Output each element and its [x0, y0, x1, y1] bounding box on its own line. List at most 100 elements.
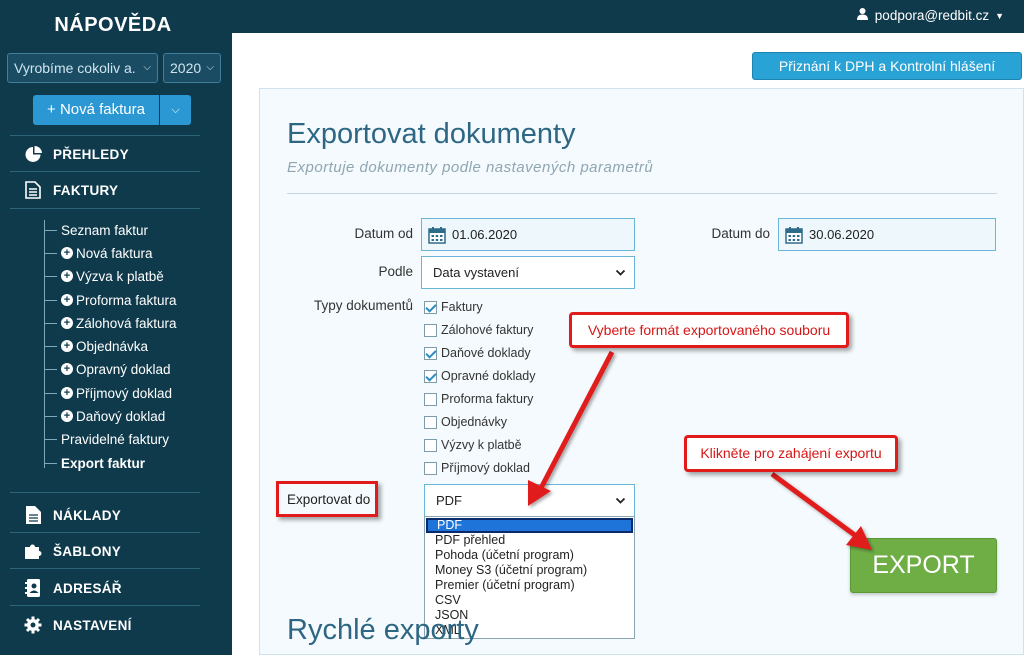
dropdown-option[interactable]: Pohoda (účetní program)	[426, 548, 633, 563]
divider	[10, 568, 200, 569]
checkbox-label: Faktury	[441, 300, 483, 314]
checkbox[interactable]	[424, 323, 437, 337]
submenu-item-seznam-faktur[interactable]: Seznam faktur	[45, 220, 148, 240]
tick	[45, 229, 57, 231]
type-checkbox-objednavky[interactable]: Objednávky	[424, 413, 507, 431]
checkbox[interactable]	[424, 392, 437, 406]
dropdown-option[interactable]: PDF	[426, 518, 633, 533]
date-by-select[interactable]: Data vystavení	[421, 256, 635, 289]
top-bar: podpora@redbit.cz ▼	[232, 0, 1024, 33]
checkbox[interactable]	[424, 438, 437, 452]
page-title: Exportovat dokumenty	[287, 118, 576, 150]
type-checkbox-proforma-faktury[interactable]: Proforma faktury	[424, 390, 533, 408]
divider	[287, 193, 997, 194]
vat-report-button[interactable]: Přiznání k DPH a Kontrolní hlášení	[752, 52, 1022, 80]
type-checkbox-danove-doklady[interactable]: Daňové doklady	[424, 344, 531, 362]
date-to-field[interactable]: 30.06.2020	[778, 218, 996, 251]
submenu-item-opravny-doklad[interactable]: + Opravný doklad	[45, 359, 171, 379]
address-book-icon	[24, 579, 42, 597]
export-format-select[interactable]: PDF	[424, 484, 635, 517]
pie-chart-icon	[24, 145, 42, 163]
dropdown-option[interactable]: PDF přehled	[426, 533, 633, 548]
nav-label: ŠABLONY	[53, 543, 122, 559]
type-checkbox-prijmovy-doklad[interactable]: Příjmový doklad	[424, 459, 530, 477]
brand-title: NÁPOVĚDA	[54, 14, 172, 36]
plus-circle-icon: +	[61, 270, 73, 282]
nav-naklady[interactable]: NÁKLADY	[24, 502, 121, 528]
company-select-value: Vyrobíme cokoliv a. s.	[14, 60, 138, 76]
checkbox-label: Příjmový doklad	[441, 461, 530, 475]
nav-faktury[interactable]: FAKTURY	[24, 177, 118, 203]
plus-circle-icon: +	[61, 340, 73, 352]
divider	[10, 492, 200, 493]
submenu-label: Export faktur	[61, 455, 146, 471]
submenu-item-prijmovy-doklad[interactable]: + Příjmový doklad	[45, 383, 172, 403]
checkbox[interactable]	[424, 300, 437, 314]
nav-sablony[interactable]: ŠABLONY	[24, 538, 121, 564]
date-by-value: Data vystavení	[433, 265, 519, 280]
user-email: podpora@redbit.cz	[874, 8, 990, 23]
new-invoice-dropdown-button[interactable]: ⌵	[160, 95, 191, 125]
checkbox[interactable]	[424, 415, 437, 429]
date-to-label: Datum do	[711, 226, 770, 241]
tick	[45, 275, 57, 277]
submenu-item-objednavka[interactable]: + Objednávka	[45, 336, 148, 356]
chevron-down-icon	[615, 497, 626, 504]
nav-label: ADRESÁŘ	[53, 580, 122, 596]
checkbox[interactable]	[424, 461, 437, 475]
submenu-item-vyzva-k-platbe[interactable]: + Výzva k platbě	[45, 266, 164, 286]
tick	[45, 252, 57, 254]
submenu-label: Objednávka	[76, 338, 149, 354]
by-label: Podle	[378, 264, 413, 279]
submenu-item-export-faktur[interactable]: Export faktur	[45, 453, 145, 473]
company-select[interactable]: Vyrobíme cokoliv a. s. ⌵	[7, 53, 158, 83]
quick-exports-title: Rychlé exporty	[287, 614, 479, 646]
calendar-icon	[785, 226, 803, 244]
date-from-label: Datum od	[354, 226, 413, 241]
submenu-item-zalohova-faktura[interactable]: + Zálohová faktura	[45, 313, 177, 333]
submenu-label: Výzva k platbě	[76, 268, 164, 284]
checkbox[interactable]	[424, 369, 437, 383]
nav-adresar[interactable]: ADRESÁŘ	[24, 575, 122, 601]
date-from-value: 01.06.2020	[452, 227, 518, 242]
checkbox-label: Zálohové faktury	[441, 323, 534, 337]
nav-label: FAKTURY	[53, 182, 119, 198]
submenu-item-proforma-faktura[interactable]: + Proforma faktura	[45, 290, 177, 310]
tick	[45, 345, 57, 347]
user-menu[interactable]: podpora@redbit.cz ▼	[856, 8, 1004, 23]
divider	[10, 605, 200, 606]
nav-prehledy[interactable]: PŘEHLEDY	[24, 141, 129, 167]
plus-circle-icon: +	[61, 294, 73, 306]
divider	[10, 135, 200, 136]
submenu-label: Nová faktura	[76, 245, 153, 261]
new-invoice-button[interactable]: + Nová faktura	[33, 95, 159, 125]
submenu-label: Zálohová faktura	[76, 315, 177, 331]
year-select[interactable]: 2020 ⌵	[163, 53, 221, 83]
export-button[interactable]: EXPORT	[850, 538, 997, 593]
checkbox-label: Objednávky	[441, 415, 508, 429]
submenu-label: Seznam faktur	[61, 222, 149, 238]
checkbox[interactable]	[424, 346, 437, 360]
file-icon	[24, 506, 42, 524]
date-from-field[interactable]: 01.06.2020	[421, 218, 635, 251]
nav-label: PŘEHLEDY	[53, 146, 129, 162]
dropdown-option[interactable]: Money S3 (účetní program)	[426, 563, 633, 578]
dropdown-option[interactable]: Premier (účetní program)	[426, 578, 633, 593]
sidebar: NÁPOVĚDA Vyrobíme cokoliv a. s. ⌵ 2020 ⌵…	[0, 0, 232, 655]
tick	[45, 322, 57, 324]
chevron-down-icon: ⌵	[206, 62, 214, 73]
submenu-item-nova-faktura[interactable]: + Nová faktura	[45, 243, 153, 263]
type-checkbox-opravne-doklady[interactable]: Opravné doklady	[424, 367, 536, 385]
submenu-item-danovy-doklad[interactable]: + Daňový doklad	[45, 406, 165, 426]
type-checkbox-vyzvy-k-platbe[interactable]: Výzvy k platbě	[424, 436, 522, 454]
plus-circle-icon: +	[61, 410, 73, 422]
chevron-down-icon: ⌵	[143, 62, 151, 73]
type-checkbox-faktury[interactable]: Faktury	[424, 298, 483, 316]
type-checkbox-zalohove-faktury[interactable]: Zálohové faktury	[424, 321, 533, 339]
submenu-item-pravidelne-faktury[interactable]: Pravidelné faktury	[45, 429, 169, 449]
divider	[10, 208, 200, 209]
chevron-down-icon: ⌵	[171, 104, 180, 116]
dropdown-option[interactable]: CSV	[426, 593, 633, 608]
nav-nastaveni[interactable]: NASTAVENÍ	[24, 612, 132, 638]
year-select-value: 2020	[170, 60, 202, 76]
